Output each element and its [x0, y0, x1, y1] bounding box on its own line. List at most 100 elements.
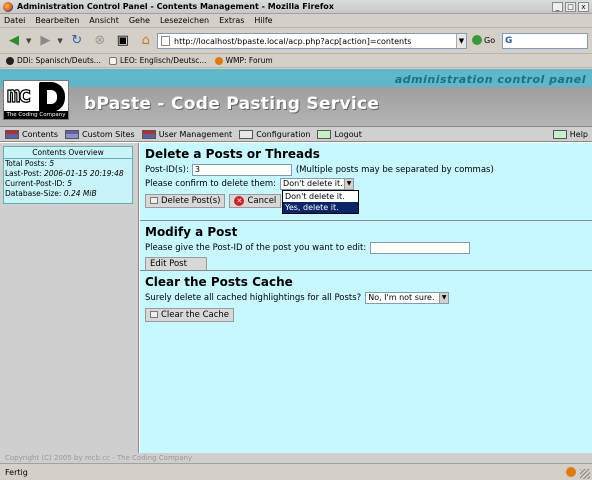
menu-hilfe[interactable]: Hilfe	[254, 16, 272, 25]
menu-extras[interactable]: Extras	[219, 16, 244, 25]
go-arrow-icon	[472, 35, 482, 45]
clear-cache-label: Clear the Cache	[161, 309, 230, 320]
cache-prompt: Surely delete all cached highlightings f…	[145, 292, 362, 303]
overview-label: Database-Size:	[5, 189, 62, 198]
resize-grip-icon[interactable]	[580, 469, 590, 479]
overview-row: Database-Size: 0.24 MiB	[4, 189, 132, 199]
cancel-button[interactable]: ✕ Cancel	[229, 193, 282, 208]
tab-label: User Management	[158, 129, 233, 139]
logo-caption: The Coding Company	[4, 111, 68, 119]
close-button[interactable]: x	[578, 2, 589, 12]
confirm-delete-options: Don't delete it. Yes, delete it.	[282, 190, 359, 214]
delete-section-heading: Delete a Posts or Threads	[145, 147, 320, 161]
overview-label: Current-Post-ID:	[5, 179, 65, 188]
bookmark-leo[interactable]: LEO: Englisch/Deutsc...	[108, 56, 207, 65]
post-ids-input[interactable]: 3	[191, 163, 292, 176]
confirm-selected-value: Don't delete it.	[283, 179, 343, 188]
bookmarks-toolbar: DDi: Spanisch/Deuts... LEO: Englisch/Deu…	[0, 54, 592, 68]
go-label: Go	[484, 35, 496, 45]
main-content: Delete a Posts or Threads Post-ID(s): 3 …	[140, 143, 592, 463]
confirm-delete-select[interactable]: Don't delete it. ▼	[280, 177, 355, 190]
cache-section-heading: Clear the Posts Cache	[145, 275, 293, 289]
overview-value: 5	[49, 159, 55, 168]
contents-icon	[5, 129, 19, 139]
page-viewport: administration control panel mc The Codi…	[0, 69, 592, 463]
bookmark-label: LEO: Englisch/Deutsc...	[119, 56, 207, 65]
navigation-toolbar: ◀ ▼ ▶ ▼ ↻ ⊗ ▣ ⌂ http://localhost/bpaste.…	[0, 28, 592, 54]
go-button[interactable]: Go	[472, 35, 495, 45]
bookmark-ddi[interactable]: DDi: Spanisch/Deuts...	[6, 56, 101, 65]
tab-help[interactable]: Help	[552, 130, 588, 139]
chevron-down-icon: ▼	[439, 292, 449, 303]
forward-arrow-icon[interactable]: ▶	[34, 31, 56, 51]
bookmark-wmp[interactable]: WMP: Forum	[214, 56, 273, 65]
stop-icon[interactable]: ⊗	[89, 31, 111, 51]
dict-icon	[6, 56, 14, 65]
back-arrow-icon[interactable]: ◀	[3, 31, 25, 51]
menu-gehe[interactable]: Gehe	[129, 16, 150, 25]
confirm-label: Please confirm to delete them:	[145, 178, 277, 189]
maximize-button[interactable]: □	[565, 2, 576, 12]
bookmark-label: WMP: Forum	[225, 56, 273, 65]
tab-label: Custom Sites	[81, 129, 135, 139]
overview-label: Total Posts:	[5, 159, 48, 168]
option-dont-delete[interactable]: Don't delete it.	[283, 191, 358, 202]
firefox-status-icon	[566, 467, 576, 477]
overview-value: 0.24 MiB	[63, 189, 97, 198]
tab-logout[interactable]: Logout	[317, 129, 362, 139]
chevron-down-icon: ▼	[344, 178, 354, 189]
address-input[interactable]: http://localhost/bpaste.local/acp.php?ac…	[174, 37, 456, 46]
wmp-icon	[214, 56, 223, 65]
minimize-button[interactable]: _	[552, 2, 563, 12]
overview-value: 2006-01-15 20:19:48	[43, 169, 124, 178]
tab-user-management[interactable]: User Management	[141, 129, 233, 139]
user-management-icon	[141, 129, 156, 139]
edit-post-id-input[interactable]	[370, 241, 471, 254]
bookmark-label: DDi: Spanisch/Deuts...	[17, 56, 101, 65]
tab-contents[interactable]: Contents	[5, 129, 58, 139]
delete-posts-section: Delete a Posts or Threads Post-ID(s): 3 …	[145, 147, 585, 208]
home-icon[interactable]: ⌂	[135, 31, 157, 51]
delete-posts-button[interactable]: Delete Post(s)	[145, 193, 226, 208]
broom-icon	[150, 311, 158, 318]
status-text: Fertig	[5, 467, 28, 477]
menu-bearbeiten[interactable]: Bearbeiten	[35, 16, 79, 25]
page-header: administration control panel mc The Codi…	[0, 69, 592, 126]
modify-post-section: Modify a Post Please give the Post-ID of…	[145, 225, 585, 271]
page-icon	[161, 36, 170, 46]
trash-icon	[150, 197, 158, 204]
post-ids-label: Post-ID(s):	[145, 164, 189, 175]
logout-icon	[317, 129, 332, 139]
overview-label: Last-Post:	[5, 169, 42, 178]
forward-history-dropdown-icon[interactable]: ▼	[57, 37, 62, 45]
menu-lesezeichen[interactable]: Lesezeichen	[160, 16, 209, 25]
option-yes-delete[interactable]: Yes, delete it.	[283, 202, 358, 213]
menu-datei[interactable]: Datei	[4, 16, 25, 25]
edit-post-button[interactable]: Edit Post	[145, 256, 207, 271]
bookmark-page-icon[interactable]: ▣	[112, 31, 134, 51]
status-bar: Fertig	[0, 463, 592, 480]
clear-cache-button[interactable]: Clear the Cache	[145, 307, 235, 322]
section-divider	[140, 220, 592, 221]
tab-custom-sites[interactable]: Custom Sites	[64, 129, 135, 139]
tab-label: Logout	[334, 129, 362, 139]
back-history-dropdown-icon[interactable]: ▼	[26, 37, 31, 45]
delete-button-label: Delete Post(s)	[161, 195, 221, 206]
section-divider	[140, 270, 592, 271]
address-bar[interactable]: http://localhost/bpaste.local/acp.php?ac…	[157, 33, 467, 49]
firefox-icon	[3, 1, 13, 12]
acp-tab-bar: Contents Custom Sites User Management Co…	[0, 126, 592, 142]
overview-row: Total Posts: 5	[4, 159, 132, 169]
modify-prompt: Please give the Post-ID of the post you …	[145, 242, 367, 253]
custom-sites-icon	[64, 129, 79, 139]
tab-label: Help	[569, 130, 588, 139]
tab-configuration[interactable]: Configuration	[239, 129, 310, 139]
clear-cache-confirm-select[interactable]: No, I'm not sure. ▼	[365, 291, 450, 304]
logo-mark: mc	[6, 82, 32, 108]
address-history-dropdown-icon[interactable]: ▼	[456, 34, 466, 48]
search-input[interactable]: G	[502, 33, 588, 49]
reload-icon[interactable]: ↻	[66, 31, 88, 51]
clear-cache-section: Clear the Posts Cache Surely delete all …	[145, 275, 585, 322]
window-titlebar: Administration Control Panel - Contents …	[0, 0, 592, 14]
menu-ansicht[interactable]: Ansicht	[89, 16, 119, 25]
